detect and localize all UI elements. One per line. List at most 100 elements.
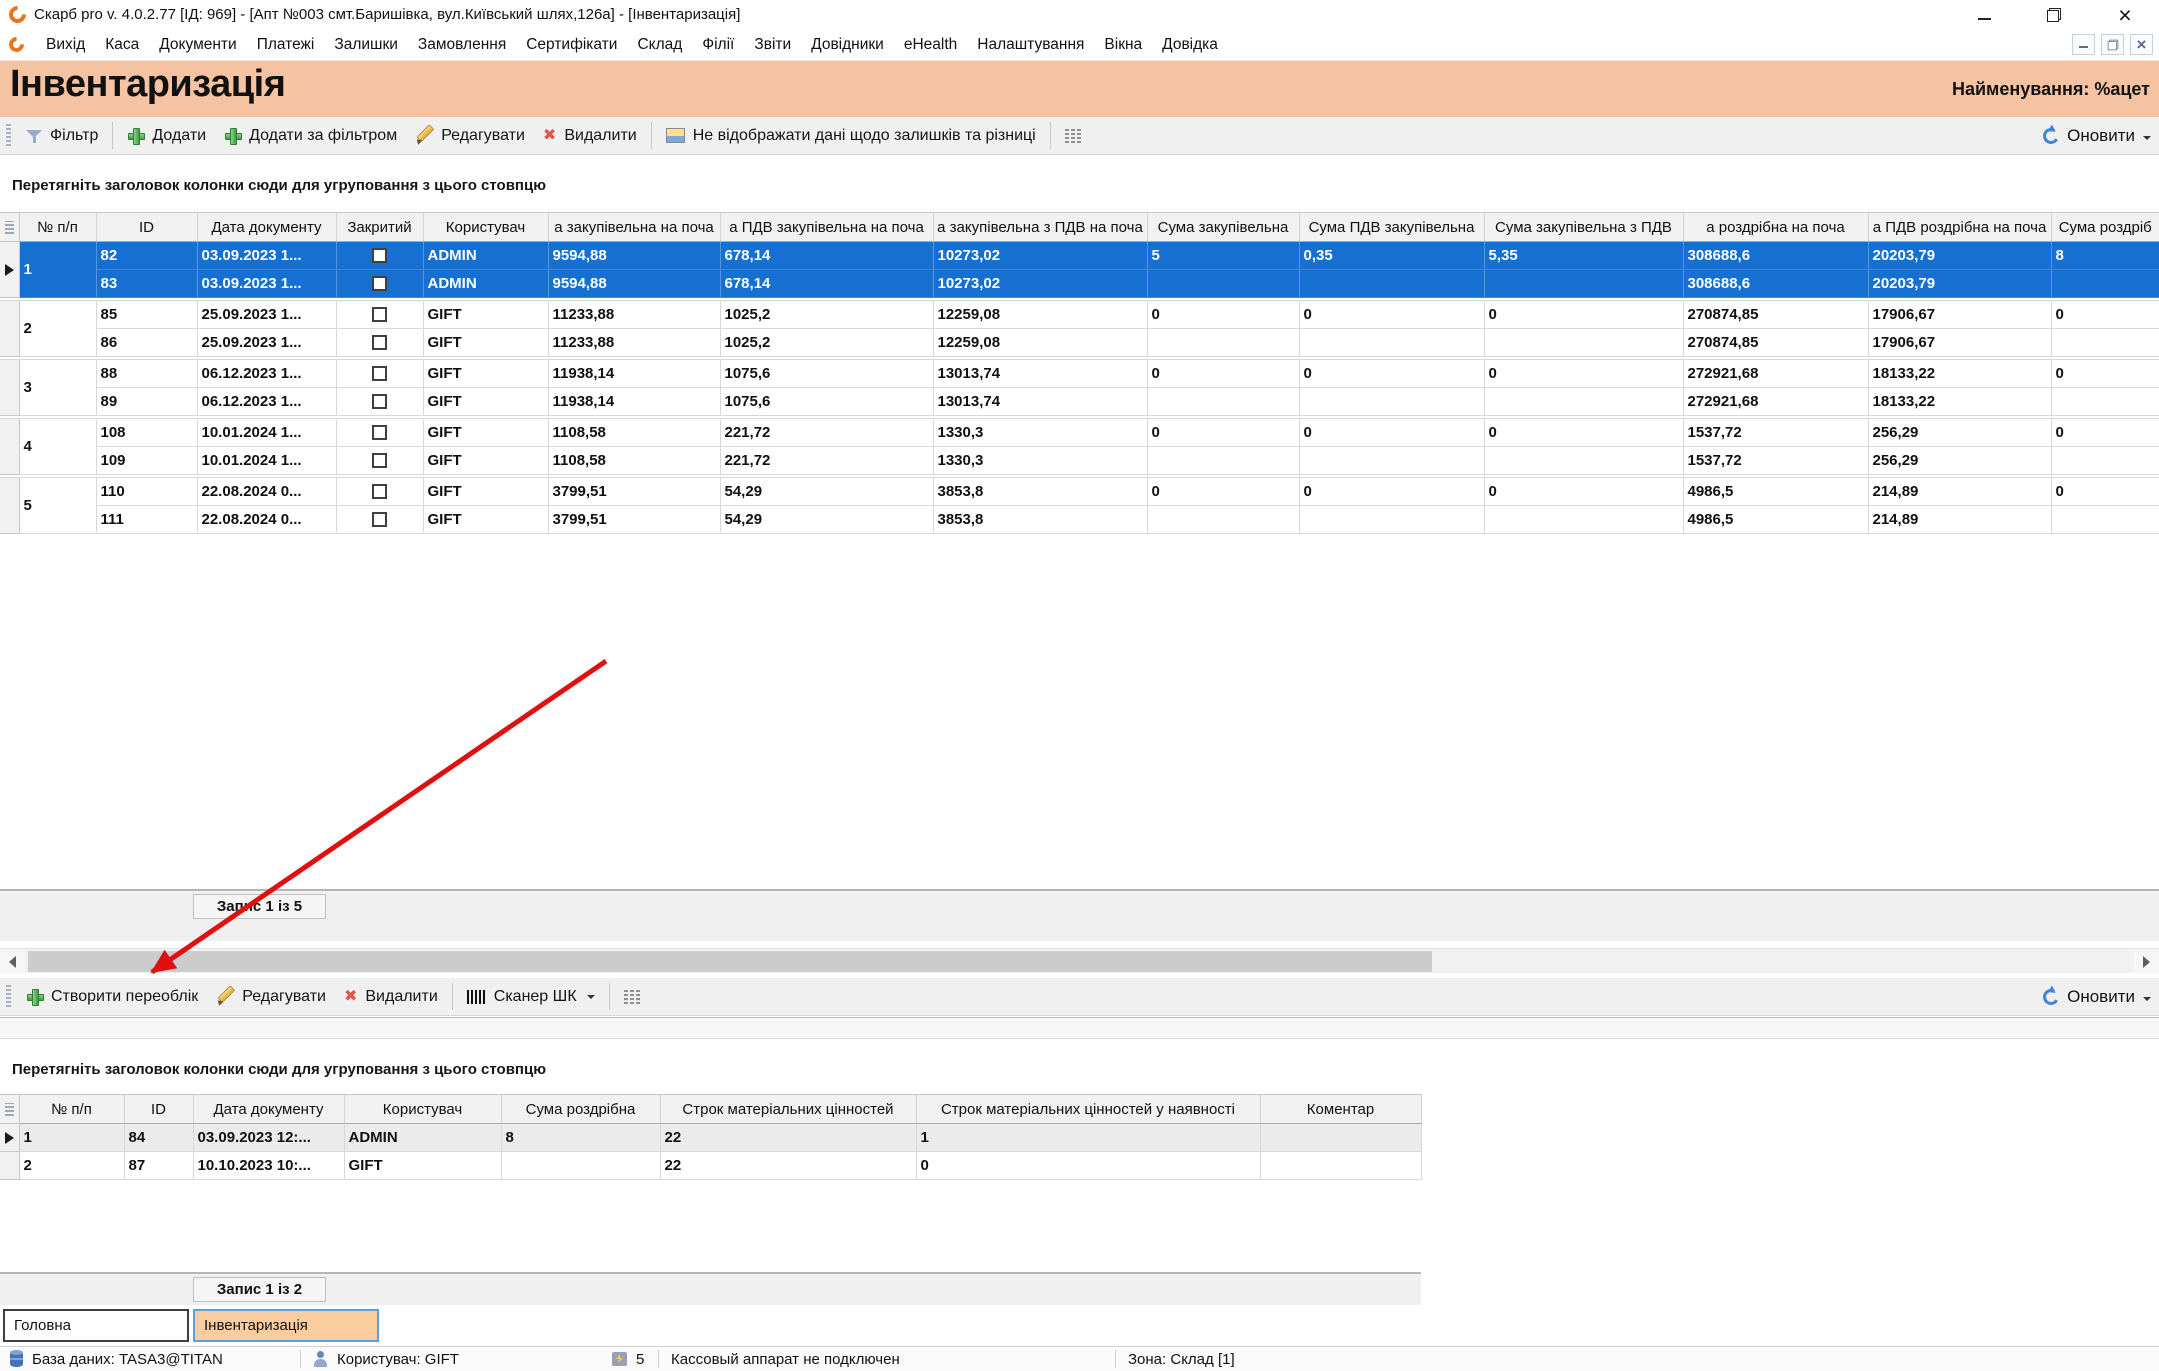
mdi-minimize-button[interactable] xyxy=(2072,34,2095,55)
edit-recount-button[interactable]: Редагувати xyxy=(207,982,335,1012)
column-header[interactable]: Користувач xyxy=(423,213,548,242)
cell[interactable]: 270874,85 xyxy=(1683,301,1868,329)
cell[interactable]: 87 xyxy=(124,1152,193,1180)
mdi-restore-button[interactable] xyxy=(2101,34,2124,55)
cell[interactable]: GIFT xyxy=(423,478,548,506)
cell[interactable]: 25.09.2023 1... xyxy=(197,329,336,357)
cell[interactable]: 1108,58 xyxy=(548,447,720,475)
add-by-filter-button[interactable]: Додати за фільтром xyxy=(215,121,406,151)
cell[interactable] xyxy=(501,1152,660,1180)
cell[interactable]: 1 xyxy=(19,1124,124,1152)
cell[interactable] xyxy=(336,447,423,475)
cell[interactable] xyxy=(336,329,423,357)
menu-item-Довідники[interactable]: Довідники xyxy=(801,30,894,60)
table-row[interactable]: 18403.09.2023 12:...ADMIN8221 xyxy=(0,1124,1421,1152)
closed-checkbox[interactable] xyxy=(372,425,387,440)
cell[interactable] xyxy=(2051,506,2159,534)
cell[interactable] xyxy=(336,506,423,534)
cell[interactable]: 8 xyxy=(501,1124,660,1152)
cell[interactable] xyxy=(1147,447,1299,475)
cell[interactable]: 0 xyxy=(2051,419,2159,447)
cell[interactable] xyxy=(336,419,423,447)
grid-corner[interactable] xyxy=(0,213,19,242)
cell[interactable]: 0 xyxy=(1147,301,1299,329)
cell[interactable]: 0 xyxy=(916,1152,1260,1180)
closed-checkbox[interactable] xyxy=(372,484,387,499)
cell[interactable]: 85 xyxy=(96,301,197,329)
mdi-close-button[interactable]: × xyxy=(2130,34,2153,55)
cell[interactable]: GIFT xyxy=(344,1152,501,1180)
cell[interactable] xyxy=(2051,388,2159,416)
cell[interactable]: 22.08.2024 0... xyxy=(197,478,336,506)
cell[interactable]: 0 xyxy=(1299,478,1484,506)
cell[interactable]: 11938,14 xyxy=(548,360,720,388)
cell[interactable]: 256,29 xyxy=(1868,447,2051,475)
cell[interactable]: ADMIN xyxy=(344,1124,501,1152)
hide-remainders-button[interactable]: Не відображати дані щодо залишків та різ… xyxy=(657,121,1045,151)
cell[interactable]: 11233,88 xyxy=(548,329,720,357)
cell[interactable]: 0 xyxy=(1299,301,1484,329)
cell[interactable]: 4986,5 xyxy=(1683,506,1868,534)
cell[interactable]: GIFT xyxy=(423,419,548,447)
cell[interactable]: 12259,08 xyxy=(933,329,1147,357)
cell[interactable] xyxy=(2051,329,2159,357)
cell[interactable]: 10.10.2023 10:... xyxy=(193,1152,344,1180)
table-row[interactable]: 10910.01.2024 1...GIFT1108,58221,721330,… xyxy=(0,447,2159,475)
column-header[interactable]: а ПДВ закупівельна на поча xyxy=(720,213,933,242)
cell[interactable]: GIFT xyxy=(423,506,548,534)
cell[interactable] xyxy=(1260,1124,1421,1152)
cell[interactable]: 0 xyxy=(1147,478,1299,506)
column-header[interactable]: Сума ПДВ закупівельна xyxy=(1299,213,1484,242)
cell[interactable]: 1537,72 xyxy=(1683,419,1868,447)
cell[interactable]: 03.09.2023 12:... xyxy=(193,1124,344,1152)
cell[interactable]: 22.08.2024 0... xyxy=(197,506,336,534)
cell[interactable]: 221,72 xyxy=(720,419,933,447)
horizontal-scrollbar[interactable] xyxy=(0,948,2159,973)
refresh-button[interactable]: Оновити xyxy=(2043,978,2151,1016)
column-header[interactable]: Строк матеріальних цінностей у наявності xyxy=(916,1095,1260,1124)
cell[interactable]: 2 xyxy=(19,1152,124,1180)
cell[interactable] xyxy=(1484,388,1683,416)
scroll-right-button[interactable] xyxy=(2134,949,2159,974)
cell[interactable]: 13013,74 xyxy=(933,360,1147,388)
cell[interactable]: 272921,68 xyxy=(1683,388,1868,416)
cell[interactable]: 06.12.2023 1... xyxy=(197,388,336,416)
group-number-cell[interactable]: 2 xyxy=(19,301,96,357)
cell[interactable]: 9594,88 xyxy=(548,242,720,270)
cell[interactable] xyxy=(336,301,423,329)
column-header[interactable]: Користувач xyxy=(344,1095,501,1124)
cell[interactable]: 111 xyxy=(96,506,197,534)
column-header[interactable]: Дата документу xyxy=(193,1095,344,1124)
cell[interactable]: 308688,6 xyxy=(1683,270,1868,298)
edit-button[interactable]: Редагувати xyxy=(406,121,534,151)
cell[interactable]: 1330,3 xyxy=(933,419,1147,447)
cell[interactable]: 83 xyxy=(96,270,197,298)
table-row[interactable]: 410810.01.2024 1...GIFT1108,58221,721330… xyxy=(0,419,2159,447)
cell[interactable]: 1330,3 xyxy=(933,447,1147,475)
cell[interactable]: 0 xyxy=(2051,478,2159,506)
grid-corner[interactable] xyxy=(0,1095,19,1124)
column-header[interactable]: а закупівельна на поча xyxy=(548,213,720,242)
column-header[interactable]: № п/п xyxy=(19,1095,124,1124)
cell[interactable]: 221,72 xyxy=(720,447,933,475)
group-number-cell[interactable]: 4 xyxy=(19,419,96,475)
cell[interactable] xyxy=(2051,447,2159,475)
column-chooser-button[interactable] xyxy=(1056,121,1090,151)
cell[interactable]: 10.01.2024 1... xyxy=(197,419,336,447)
cell[interactable]: 678,14 xyxy=(720,242,933,270)
menu-item-Вихід[interactable]: Вихід xyxy=(36,30,95,60)
cell[interactable]: 270874,85 xyxy=(1683,329,1868,357)
cell[interactable]: 20203,79 xyxy=(1868,270,2051,298)
delete-button[interactable]: ✖Видалити xyxy=(534,121,646,151)
maximize-button[interactable] xyxy=(2037,0,2071,30)
tab-home[interactable]: Головна xyxy=(3,1309,189,1342)
cell[interactable] xyxy=(1299,329,1484,357)
column-header[interactable]: Строк матеріальних цінностей xyxy=(660,1095,916,1124)
cell[interactable]: 18133,22 xyxy=(1868,388,2051,416)
cell[interactable]: 20203,79 xyxy=(1868,242,2051,270)
cell[interactable]: 10.01.2024 1... xyxy=(197,447,336,475)
cell[interactable] xyxy=(1484,329,1683,357)
cell[interactable] xyxy=(1299,447,1484,475)
column-header[interactable]: а закупівельна з ПДВ на поча xyxy=(933,213,1147,242)
cell[interactable]: 3799,51 xyxy=(548,506,720,534)
